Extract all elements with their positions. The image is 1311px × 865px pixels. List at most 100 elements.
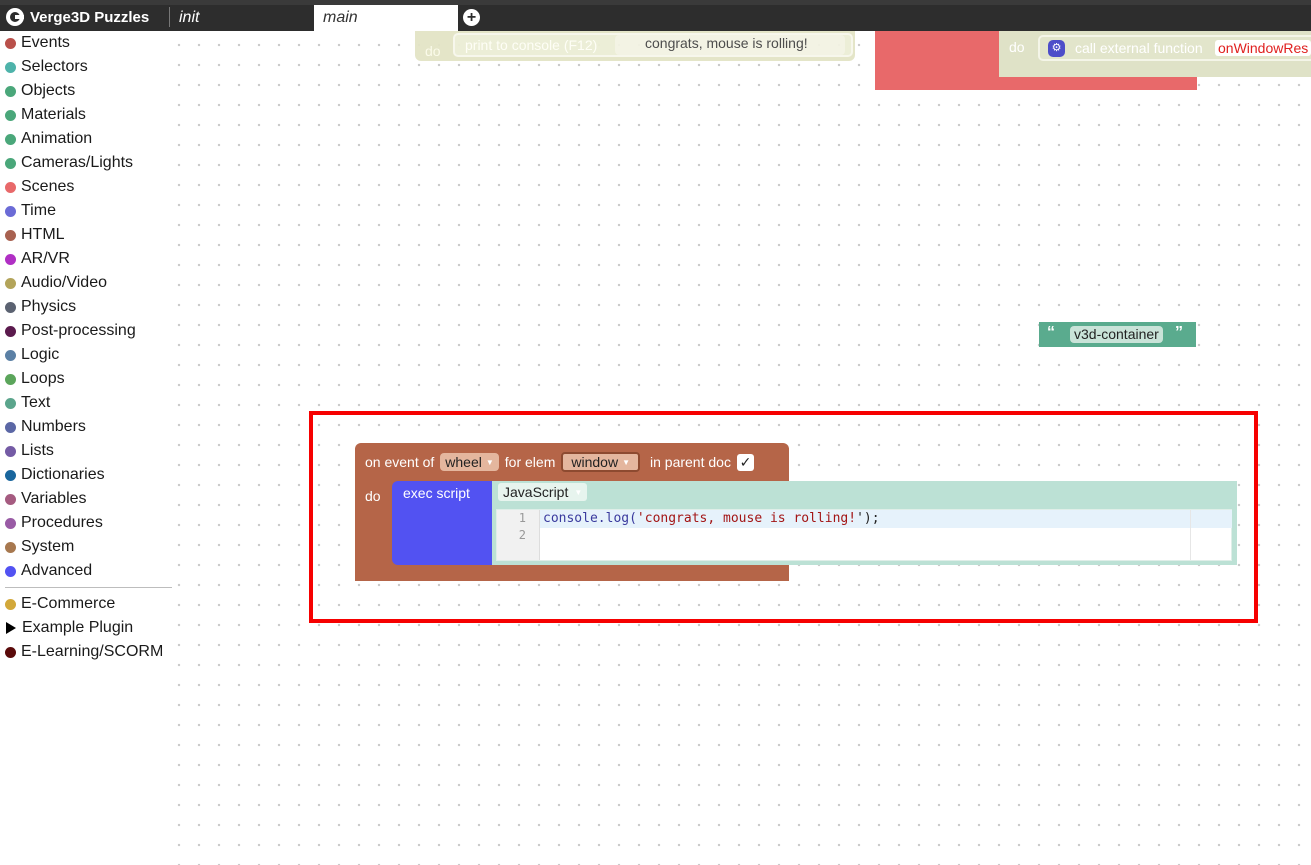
for-elem-label: for elem — [504, 454, 556, 470]
category-label: Cameras/Lights — [21, 154, 134, 171]
code-string: 'congrats, mouse is rolling! — [636, 511, 857, 526]
exec-script-label: exec script — [403, 485, 470, 501]
category-lists[interactable]: Lists — [0, 439, 177, 463]
category-ar-vr[interactable]: AR/VR — [0, 247, 177, 271]
tab-init[interactable]: init — [170, 5, 310, 31]
category-html[interactable]: HTML — [0, 223, 177, 247]
category-label: Numbers — [21, 418, 86, 435]
category-color-dot-icon — [5, 61, 16, 73]
category-post-processing[interactable]: Post-processing — [0, 319, 177, 343]
category-label: HTML — [21, 226, 65, 243]
line-number-gutter: 1 2 — [497, 510, 540, 560]
category-color-dot-icon — [5, 253, 16, 265]
category-procedures[interactable]: Procedures — [0, 511, 177, 535]
category-events[interactable]: Events — [0, 31, 177, 55]
category-advanced[interactable]: Advanced — [0, 559, 177, 583]
category-label: Physics — [21, 298, 77, 315]
app-title: Verge3D Puzzles — [30, 8, 150, 26]
call-external-function-block[interactable]: ⚙ call external function onWindowRes — [1038, 35, 1311, 61]
function-name-field[interactable]: onWindowRes — [1215, 40, 1311, 56]
verge3d-logo-icon — [6, 8, 24, 26]
text-block-v3d-container[interactable]: “ v3d-container ” — [1039, 322, 1196, 347]
event-type-dropdown[interactable]: wheel ▼ — [440, 453, 499, 471]
category-animation[interactable]: Animation — [0, 127, 177, 151]
category-color-dot-icon — [5, 109, 16, 121]
category-list: Events Selectors Objects Materials Animation… — [0, 31, 177, 583]
category-color-dot-icon — [5, 277, 16, 289]
plugin-example-plugin[interactable]: Example Plugin — [0, 616, 177, 640]
category-logic[interactable]: Logic — [0, 343, 177, 367]
category-label: Procedures — [21, 514, 103, 531]
toolbox-sidebar: Events Selectors Objects Materials Animation… — [0, 31, 177, 865]
category-color-dot-icon — [5, 373, 16, 385]
text-value-field[interactable]: v3d-container — [1070, 326, 1163, 343]
category-loops[interactable]: Loops — [0, 367, 177, 391]
category-label: Loops — [21, 370, 65, 387]
category-color-dot-icon — [5, 349, 16, 361]
category-audio-video[interactable]: Audio/Video — [0, 271, 177, 295]
line-number: 2 — [518, 528, 526, 542]
category-label: Lists — [21, 442, 54, 459]
do-label: do — [365, 488, 381, 504]
element-dropdown[interactable]: window ▼ — [561, 452, 640, 472]
category-color-dot-icon — [5, 325, 16, 337]
open-quote-icon: “ — [1047, 324, 1055, 341]
category-color-dot-icon — [5, 493, 16, 505]
category-label: System — [21, 538, 75, 555]
app-brand[interactable]: Verge3D Puzzles — [6, 7, 149, 27]
print-text-value[interactable]: congrats, mouse is rolling! — [615, 35, 845, 55]
category-cameras-lights[interactable]: Cameras/Lights — [0, 151, 177, 175]
exec-script-block[interactable]: exec script — [392, 481, 492, 565]
plugin-label: E-Commerce — [21, 595, 116, 612]
category-label: Logic — [21, 346, 60, 363]
category-color-dot-icon — [5, 85, 16, 97]
category-label: Events — [21, 34, 70, 51]
category-dictionaries[interactable]: Dictionaries — [0, 463, 177, 487]
on-event-header: on event of wheel ▼ for elem window ▼ in p… — [365, 451, 754, 473]
in-parent-doc-checkbox[interactable]: ✓ — [736, 453, 754, 471]
category-color-dot-icon — [5, 229, 16, 241]
call-external-label: call external function — [1075, 40, 1203, 56]
category-objects[interactable]: Objects — [0, 79, 177, 103]
language-dropdown[interactable]: JavaScript ▼ — [498, 483, 588, 501]
category-system[interactable]: System — [0, 535, 177, 559]
category-physics[interactable]: Physics — [0, 295, 177, 319]
do-label: do — [425, 43, 441, 59]
category-selectors[interactable]: Selectors — [0, 55, 177, 79]
category-time[interactable]: Time — [0, 199, 177, 223]
code-end: '); — [856, 511, 880, 526]
event-type-value: wheel — [445, 454, 482, 470]
category-separator — [5, 587, 172, 588]
category-color-dot-icon — [5, 517, 16, 529]
in-parent-doc-label: in parent doc — [650, 454, 731, 470]
category-label: Dictionaries — [21, 466, 105, 483]
category-label: Text — [21, 394, 51, 411]
code-editor[interactable]: 1 2 console.log('congrats, mouse is roll… — [496, 509, 1232, 561]
plugin-e-learning-scorm[interactable]: E-Learning/SCORM — [0, 640, 177, 664]
category-variables[interactable]: Variables — [0, 487, 177, 511]
category-color-dot-icon — [5, 565, 16, 577]
line-number: 1 — [518, 511, 526, 525]
print-console-block[interactable]: do print to console (F12) congrats, mous… — [415, 31, 855, 61]
category-text[interactable]: Text — [0, 391, 177, 415]
puzzles-workspace[interactable]: do print to console (F12) congrats, mous… — [177, 31, 1311, 865]
plugin-list: E-Commerce Example Plugin E-Learning/SCORM — [0, 592, 177, 664]
category-color-dot-icon — [5, 205, 16, 217]
dropdown-arrow-icon: ▼ — [574, 487, 583, 497]
tab-main[interactable]: main — [314, 5, 458, 31]
top-bar: Verge3D Puzzles init main + — [0, 0, 1311, 31]
category-label: Objects — [21, 82, 76, 99]
element-value: window — [571, 454, 619, 470]
category-materials[interactable]: Materials — [0, 103, 177, 127]
editor-scrollbar[interactable] — [1190, 510, 1191, 560]
category-numbers[interactable]: Numbers — [0, 415, 177, 439]
plugin-color-dot-icon — [5, 598, 16, 610]
add-tab-icon[interactable]: + — [463, 9, 480, 26]
category-color-dot-icon — [5, 445, 16, 457]
category-label: Audio/Video — [21, 274, 107, 291]
code-line-1[interactable]: console.log('congrats, mouse is rolling!… — [543, 510, 880, 528]
category-scenes[interactable]: Scenes — [0, 175, 177, 199]
print-console-label: print to console (F12) — [465, 37, 598, 53]
plugin-e-commerce[interactable]: E-Commerce — [0, 592, 177, 616]
category-color-dot-icon — [5, 469, 16, 481]
